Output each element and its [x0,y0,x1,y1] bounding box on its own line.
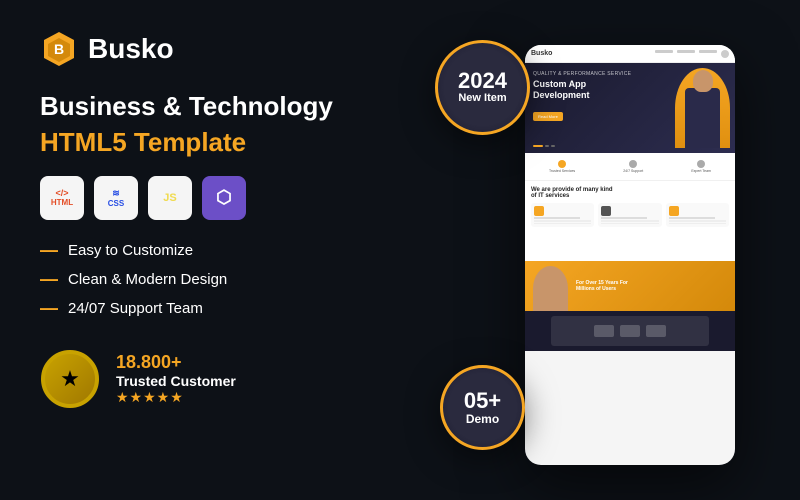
mini-stat-2: 24/7 Support [623,160,643,173]
main-title-line2: HTML5 Template [40,127,420,158]
mini-stat-1: Trusted Services [549,160,575,173]
trusted-label: Trusted Customer [116,373,236,389]
tech-badges: </> HTML ≋ CSS JS ⬡ [40,176,420,220]
mini-person-body [685,88,720,148]
feature-item-1: — Easy to Customize [40,240,420,261]
mini-footer-img [551,316,709,346]
js-badge: JS [148,176,192,220]
mini-nav-link-3 [699,50,717,53]
mini-services-title: We are provide of many kindof IT service… [531,187,729,199]
mini-image-title: For Over 15 Years ForMillions of Users [576,280,628,293]
award-circle: ★ [41,350,99,408]
mini-stats-bar: Trusted Services 24/7 Support Expert Tea… [525,153,735,181]
feature-item-2: — Clean & Modern Design [40,269,420,290]
phone-mockup: Busko QUALITY & PERFORMANCE SERVICE Cust… [525,45,735,465]
html-badge: </> HTML [40,176,84,220]
features-list: — Easy to Customize — Clean & Modern Des… [40,240,420,327]
award-badge: ★ [40,349,100,409]
mini-nav-search-icon [721,50,729,58]
mini-service-item-1 [531,203,594,227]
logo-icon: B [40,30,78,68]
right-panel: Busko QUALITY & PERFORMANCE SERVICE Cust… [460,0,800,500]
mini-hero-btn: Read More [533,112,563,121]
stars: ★★★★★ [116,389,236,406]
mini-service-items [531,203,729,227]
left-panel: B Busko Business & Technology HTML5 Temp… [0,0,460,500]
badge-demo-label: Demo [466,412,499,426]
feature-item-3: — 24/07 Support Team [40,298,420,319]
mini-site: Busko QUALITY & PERFORMANCE SERVICE Cust… [525,45,735,465]
logo-text: Busko [88,33,174,65]
badge-2024-number: 2024 [458,70,507,92]
trusted-info: 18.800+ Trusted Customer ★★★★★ [116,352,236,406]
mini-image-person [533,266,568,311]
mini-footer-section [525,311,735,351]
mini-nav-logo: Busko [531,50,552,57]
mini-services: We are provide of many kindof IT service… [525,181,735,261]
mini-nav: Busko [525,45,735,63]
bottom-row: ★ 18.800+ Trusted Customer ★★★★★ [40,349,420,409]
mini-person-head [693,70,713,92]
badge-demo-number: 05+ [464,390,501,412]
mini-nav-link-2 [677,50,695,53]
logo-area: B Busko [40,30,420,68]
mini-hero-person [675,68,730,148]
box-badge: ⬡ [202,176,246,220]
html5-text: HTML5 [40,127,127,157]
trusted-number: 18.800+ [116,352,236,373]
mini-stat-3: Expert Team [691,160,711,173]
svg-text:B: B [54,41,64,57]
badge-2024-label: New Item [458,92,506,105]
mini-image-section: For Over 15 Years ForMillions of Users [525,261,735,311]
badge-2024: 2024 New Item [435,40,530,135]
mini-image-text: For Over 15 Years ForMillions of Users [576,280,628,293]
css-badge: ≋ CSS [94,176,138,220]
mini-service-item-3 [666,203,729,227]
mini-nav-link-1 [655,50,673,53]
mini-nav-links [655,50,729,58]
main-title-line1: Business & Technology [40,90,420,123]
mini-hero: QUALITY & PERFORMANCE SERVICE Custom App… [525,63,735,153]
template-text: Template [134,127,246,157]
mini-service-item-2 [598,203,661,227]
badge-demo: 05+ Demo [440,365,525,450]
